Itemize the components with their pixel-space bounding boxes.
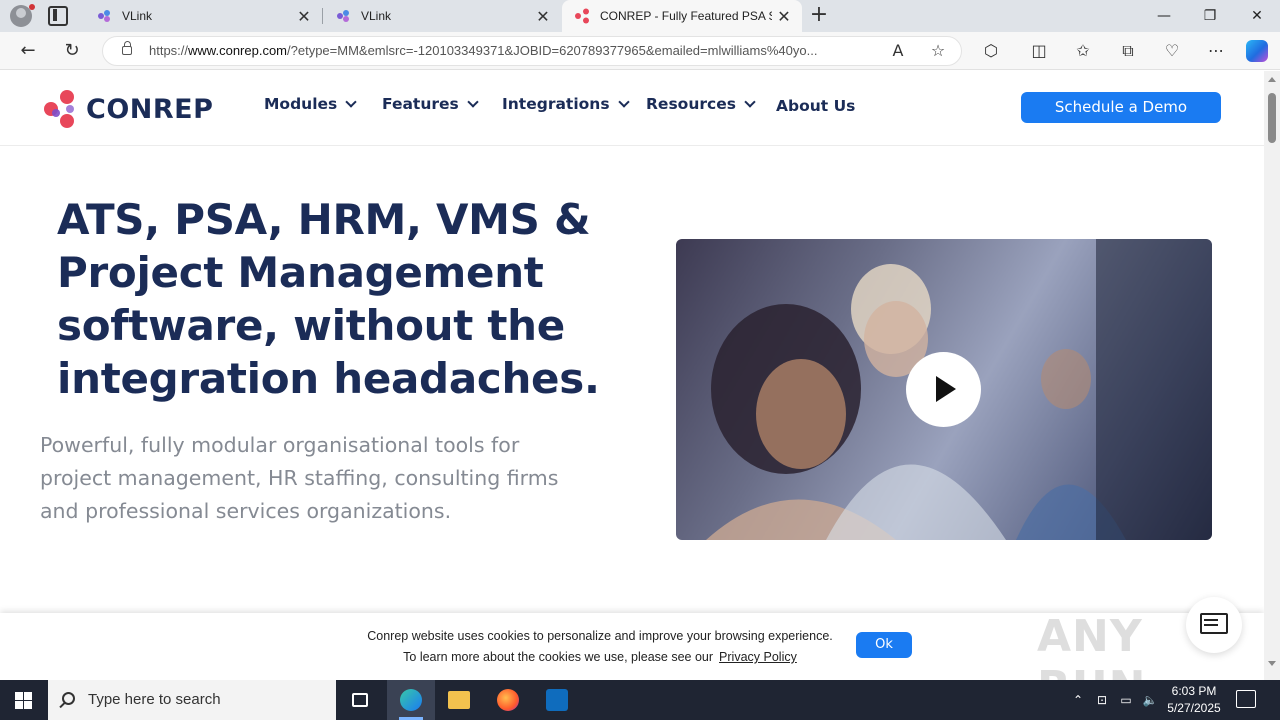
windows-start-icon[interactable]: [15, 692, 32, 709]
tab-close-icon[interactable]: ✕: [292, 7, 316, 26]
nav-about-us[interactable]: About Us: [776, 97, 855, 115]
file-explorer-icon[interactable]: [435, 680, 483, 720]
tab-title: CONREP - Fully Featured PSA So: [600, 9, 772, 23]
schedule-demo-button[interactable]: Schedule a Demo: [1021, 92, 1221, 123]
cookie-line-2-text: To learn more about the cookies we use, …: [403, 650, 714, 664]
show-hidden-icons-icon[interactable]: ⌃: [1068, 680, 1088, 720]
nav-label: Integrations: [502, 95, 610, 113]
subtext-line: and professional services organizations.: [40, 499, 452, 523]
nav-modules[interactable]: Modules: [264, 95, 357, 113]
address-bar[interactable]: https://www.conrep.com/?etype=MM&emlsrc=…: [102, 36, 962, 66]
split-screen-icon[interactable]: ◫: [1028, 40, 1050, 62]
search-placeholder: Type here to search: [88, 691, 221, 708]
tab-close-icon[interactable]: ✕: [531, 7, 555, 26]
nav-features[interactable]: Features: [382, 95, 479, 113]
profile-notification-dot: [29, 4, 35, 10]
url-domain: www.conrep.com: [188, 43, 288, 58]
minimize-icon[interactable]: —: [1141, 0, 1187, 32]
back-arrow-icon[interactable]: ←: [16, 39, 40, 63]
url-rest: /?etype=MM&emlsrc=-120103349371&JOBID=62…: [287, 43, 818, 58]
tab-close-icon[interactable]: ✕: [772, 7, 796, 26]
edge-taskbar-icon[interactable]: [387, 680, 435, 720]
nav-integrations[interactable]: Integrations: [502, 95, 630, 113]
chevron-down-icon: [617, 95, 630, 108]
settings-more-icon[interactable]: ⋯: [1205, 40, 1227, 62]
taskbar-clock[interactable]: 6:03 PM 5/27/2025: [1158, 683, 1230, 717]
close-window-icon[interactable]: ✕: [1234, 0, 1280, 32]
network-icon[interactable]: ▭: [1116, 680, 1136, 720]
url-prefix: https://: [149, 43, 189, 58]
clock-time: 6:03 PM: [1171, 684, 1217, 698]
web-page: CONREP Modules Features Integrations Res…: [0, 71, 1264, 680]
chevron-down-icon: [744, 95, 756, 108]
nav-label: Features: [382, 95, 459, 113]
browser-tab-vlink-2[interactable]: VLink ✕: [323, 0, 561, 32]
windows-taskbar: Type here to search ⌃ ⊡ ▭ 🔈 6:03 PM 5/27…: [0, 680, 1280, 720]
nav-label: Resources: [646, 95, 736, 113]
scroll-down-icon[interactable]: [1268, 661, 1276, 666]
chevron-down-icon: [467, 95, 479, 108]
firefox-icon[interactable]: [484, 680, 532, 720]
conrep-logo-icon: [44, 90, 74, 128]
nav-label: About Us: [776, 97, 856, 115]
clock-date: 5/27/2025: [1167, 701, 1221, 715]
conrep-logo[interactable]: CONREP: [42, 87, 213, 131]
browser-tab-conrep[interactable]: CONREP - Fully Featured PSA So ✕: [562, 0, 802, 32]
usb-device-icon[interactable]: ⊡: [1092, 680, 1112, 720]
subtext-line: project management, HR staffing, consult…: [40, 466, 559, 490]
refresh-icon[interactable]: ↻: [60, 39, 84, 63]
lock-icon: [122, 41, 132, 55]
read-aloud-icon[interactable]: A: [887, 40, 909, 62]
browser-essentials-icon[interactable]: ♡: [1161, 40, 1183, 62]
nav-resources[interactable]: Resources: [646, 95, 756, 113]
volume-icon[interactable]: 🔈: [1140, 680, 1160, 720]
search-icon: [62, 692, 75, 705]
tab-title: VLink: [122, 9, 153, 23]
browser-tab-bar: VLink ✕ VLink ✕ CONREP - Fully Featured …: [0, 0, 1280, 32]
page-scrollbar[interactable]: [1264, 71, 1280, 680]
nav-label: Modules: [264, 95, 338, 113]
outlook-icon[interactable]: [533, 680, 581, 720]
hero-subtext: Powerful, fully modular organisational t…: [40, 429, 600, 528]
task-view-icon[interactable]: [336, 680, 384, 720]
taskbar-search-box[interactable]: Type here to search: [48, 680, 336, 720]
hero-video[interactable]: [676, 239, 1212, 540]
browser-toolbar: ← ↻ https://www.conrep.com/?etype=MM&eml…: [0, 32, 1280, 70]
favorites-icon[interactable]: ✩: [1072, 40, 1094, 62]
tab-title: VLink: [361, 9, 392, 23]
vlink-favicon-icon: [337, 10, 349, 22]
conrep-favicon-icon: [575, 8, 589, 24]
privacy-policy-link[interactable]: Privacy Policy: [719, 650, 797, 664]
cookie-ok-button[interactable]: Ok: [856, 632, 912, 658]
scrollbar-thumb[interactable]: [1268, 93, 1276, 143]
cookie-line-1: Conrep website uses cookies to personali…: [367, 629, 833, 643]
cookie-line-2: To learn more about the cookies we use, …: [0, 647, 1200, 668]
new-tab-icon[interactable]: +: [808, 4, 830, 26]
scroll-up-icon[interactable]: [1268, 77, 1276, 82]
headline-line: Project Management: [57, 248, 544, 297]
subtext-line: Powerful, fully modular organisational t…: [40, 433, 520, 457]
vlink-favicon-icon: [98, 10, 110, 22]
tab-actions-icon[interactable]: [48, 6, 68, 26]
hero-headline: ATS, PSA, HRM, VMS & Project Management …: [57, 193, 617, 405]
play-button[interactable]: [906, 352, 981, 427]
favorite-star-icon[interactable]: ☆: [927, 40, 949, 62]
headline-line: ATS, PSA, HRM, VMS &: [57, 195, 591, 244]
chat-icon[interactable]: [1186, 597, 1242, 653]
extensions-icon[interactable]: ⬡: [980, 40, 1002, 62]
chevron-down-icon: [345, 95, 357, 108]
collections-icon[interactable]: ⧉: [1117, 40, 1139, 62]
restore-icon[interactable]: ❐: [1187, 0, 1233, 32]
headline-line: software, without the: [57, 301, 565, 350]
site-header: CONREP Modules Features Integrations Res…: [0, 71, 1264, 146]
logo-text: CONREP: [86, 93, 214, 125]
copilot-icon[interactable]: [1246, 40, 1268, 62]
notifications-icon[interactable]: [1236, 690, 1256, 708]
browser-tab-vlink-1[interactable]: VLink ✕: [84, 0, 322, 32]
headline-line: integration headaches.: [57, 354, 600, 403]
cookie-message: Conrep website uses cookies to personali…: [0, 626, 1200, 668]
